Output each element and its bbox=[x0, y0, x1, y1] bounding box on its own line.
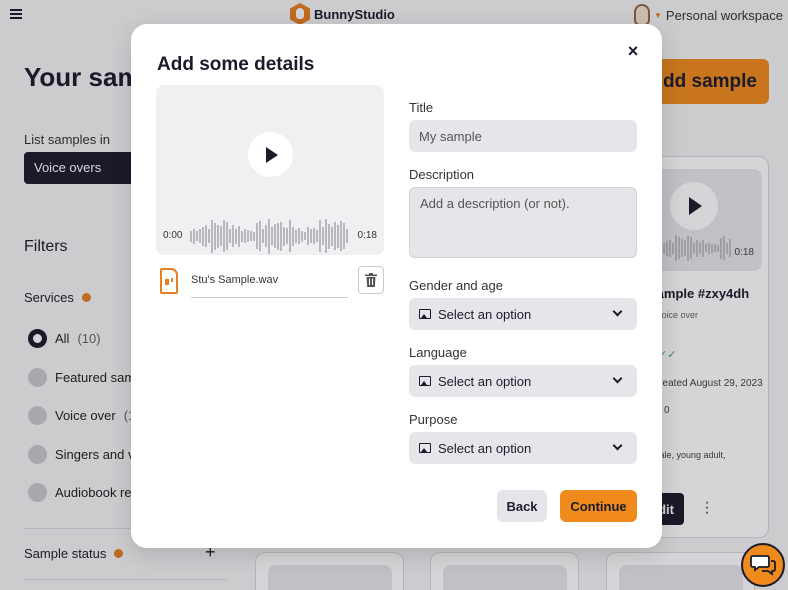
waveform-bar bbox=[229, 229, 231, 243]
waveform-bar bbox=[226, 222, 228, 250]
waveform-bar bbox=[304, 232, 306, 240]
delete-file-button[interactable] bbox=[358, 266, 384, 294]
file-underline bbox=[191, 297, 348, 298]
waveform-bar bbox=[238, 225, 240, 247]
play-icon[interactable] bbox=[248, 132, 293, 177]
waveform-bar bbox=[259, 221, 261, 251]
waveform-bar bbox=[217, 224, 219, 248]
waveform-bar bbox=[325, 219, 327, 253]
waveform-bar bbox=[274, 224, 276, 248]
waveform[interactable] bbox=[190, 216, 350, 256]
description-label: Description bbox=[409, 167, 475, 182]
waveform-bar bbox=[232, 225, 234, 247]
description-textarea[interactable] bbox=[409, 187, 637, 258]
select-value: Select an option bbox=[438, 440, 532, 456]
purpose-label: Purpose bbox=[409, 412, 458, 427]
waveform-bar bbox=[298, 228, 300, 244]
waveform-bar bbox=[316, 230, 318, 242]
gender-age-label: Gender and age bbox=[409, 278, 503, 293]
waveform-bar bbox=[223, 220, 225, 252]
chevron-down-icon bbox=[612, 306, 623, 317]
waveform-bar bbox=[220, 226, 222, 246]
waveform-bar bbox=[271, 227, 273, 245]
title-input[interactable] bbox=[409, 120, 637, 152]
waveform-bar bbox=[313, 228, 315, 244]
waveform-bar bbox=[334, 222, 336, 250]
waveform-bar bbox=[289, 220, 291, 252]
chevron-down-icon bbox=[612, 373, 623, 384]
title-label: Title bbox=[409, 100, 434, 115]
waveform-bar bbox=[319, 220, 321, 252]
waveform-bar bbox=[196, 231, 198, 241]
dialog-title: Add some details bbox=[157, 54, 315, 75]
total-duration: 0:18 bbox=[357, 230, 377, 241]
waveform-bar bbox=[292, 226, 294, 246]
waveform-bar bbox=[265, 225, 267, 247]
chat-icon bbox=[750, 555, 776, 576]
uploaded-file: Stu's Sample.wav bbox=[156, 266, 384, 300]
waveform-bar bbox=[307, 227, 309, 245]
waveform-bar bbox=[310, 229, 312, 243]
waveform-bar bbox=[337, 224, 339, 248]
gender-age-select[interactable]: Select an option bbox=[409, 298, 637, 330]
audio-file-icon bbox=[160, 268, 178, 294]
waveform-bar bbox=[253, 231, 255, 241]
audio-player: 0:00 0:18 bbox=[156, 85, 384, 255]
select-value: Select an option bbox=[438, 373, 532, 389]
add-details-dialog: Add some details × 0:00 0:18 Stu's Sampl… bbox=[131, 24, 662, 548]
select-value: Select an option bbox=[438, 306, 532, 322]
image-icon bbox=[419, 443, 431, 453]
purpose-select[interactable]: Select an option bbox=[409, 432, 637, 464]
waveform-bar bbox=[211, 219, 213, 253]
back-button[interactable]: Back bbox=[497, 490, 547, 522]
close-icon[interactable]: × bbox=[625, 42, 641, 60]
waveform-bar bbox=[277, 222, 279, 250]
waveform-bar bbox=[208, 229, 210, 243]
waveform-bar bbox=[301, 230, 303, 242]
language-label: Language bbox=[409, 345, 467, 360]
waveform-bar bbox=[256, 223, 258, 249]
waveform-bar bbox=[328, 223, 330, 249]
image-icon bbox=[419, 309, 431, 319]
waveform-bar bbox=[283, 226, 285, 246]
waveform-bar bbox=[295, 229, 297, 243]
waveform-bar bbox=[190, 230, 192, 242]
waveform-bar bbox=[205, 225, 207, 247]
waveform-bar bbox=[346, 229, 348, 243]
chat-button[interactable] bbox=[741, 543, 785, 587]
waveform-bar bbox=[235, 228, 237, 244]
waveform-bar bbox=[331, 226, 333, 246]
waveform-bar bbox=[214, 222, 216, 250]
waveform-bar bbox=[322, 227, 324, 245]
waveform-bar bbox=[280, 221, 282, 251]
waveform-bar bbox=[247, 230, 249, 242]
language-select[interactable]: Select an option bbox=[409, 365, 637, 397]
waveform-bar bbox=[343, 223, 345, 249]
continue-button[interactable]: Continue bbox=[560, 490, 637, 522]
waveform-bar bbox=[340, 221, 342, 251]
waveform-bar bbox=[268, 218, 270, 254]
waveform-bar bbox=[244, 229, 246, 243]
chevron-down-icon bbox=[612, 440, 623, 451]
waveform-bar bbox=[286, 228, 288, 244]
waveform-bar bbox=[193, 228, 195, 244]
waveform-bar bbox=[250, 231, 252, 241]
trash-icon bbox=[365, 273, 377, 287]
waveform-bar bbox=[202, 226, 204, 246]
waveform-bar bbox=[262, 229, 264, 243]
image-icon bbox=[419, 376, 431, 386]
waveform-bar bbox=[241, 230, 243, 242]
file-name: Stu's Sample.wav bbox=[191, 274, 279, 286]
waveform-bar bbox=[199, 229, 201, 243]
current-time: 0:00 bbox=[163, 230, 183, 241]
